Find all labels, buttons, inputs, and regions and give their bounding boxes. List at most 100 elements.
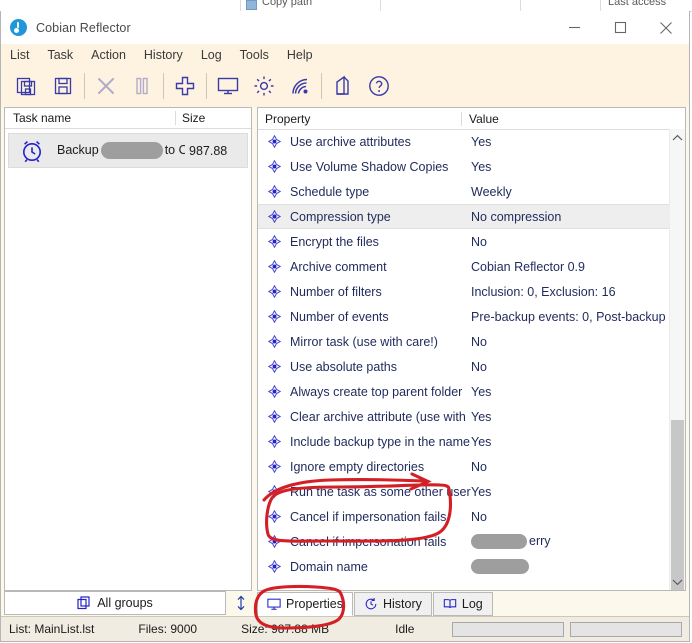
menu-tools[interactable]: Tools	[240, 48, 278, 62]
toolbar-separator	[84, 73, 85, 99]
column-header-size[interactable]: Size	[175, 111, 237, 125]
column-header-task-name[interactable]: Task name	[5, 111, 175, 125]
property-row[interactable]: Compression type No compression	[258, 204, 669, 229]
property-value: erry	[471, 533, 669, 550]
menu-list[interactable]: List	[10, 48, 38, 62]
close-button[interactable]	[643, 11, 689, 44]
property-bullet-icon	[268, 485, 281, 498]
property-bullet-icon	[268, 360, 281, 373]
property-row[interactable]: Cancel if impersonation fails erry	[258, 529, 669, 554]
property-row[interactable]: Encrypt the files No	[258, 229, 669, 254]
property-name: Mirror task (use with care!)	[290, 334, 438, 349]
help-button[interactable]	[361, 68, 397, 104]
column-header-property[interactable]: Property	[258, 112, 461, 126]
property-row[interactable]: Always create top parent folder Yes	[258, 379, 669, 404]
menu-history[interactable]: History	[144, 48, 192, 62]
tab-history[interactable]: History	[353, 592, 432, 616]
all-groups-button[interactable]: All groups	[4, 591, 226, 615]
home-button[interactable]	[325, 68, 361, 104]
panel-tabs: Properties History Log	[257, 591, 494, 616]
new-task-button[interactable]	[9, 68, 45, 104]
main-window: Cobian Reflector List Task Action Histor…	[0, 11, 690, 642]
menu-log[interactable]: Log	[201, 48, 231, 62]
properties-header: Property Value	[258, 108, 685, 130]
options-button[interactable]	[246, 68, 282, 104]
panel-splitter-handle[interactable]	[229, 591, 252, 615]
property-name: Domain name	[290, 559, 368, 574]
property-name: Use Volume Shadow Copies	[290, 159, 449, 174]
background-column-icon	[246, 0, 257, 10]
property-row[interactable]: Use absolute paths No	[258, 354, 669, 379]
task-name-redaction	[100, 142, 163, 159]
property-name: Compression type	[290, 209, 391, 224]
column-header-value[interactable]: Value	[461, 111, 670, 126]
tab-log-label: Log	[461, 597, 483, 611]
property-name: Cancel if impersonation fails	[290, 509, 447, 524]
property-row[interactable]: Use archive attributes Yes	[258, 129, 669, 154]
task-list-row[interactable]: Backup to One 987.88	[8, 133, 248, 168]
property-bullet-icon	[268, 160, 281, 173]
progress-bar-secondary	[570, 621, 683, 637]
minimize-button[interactable]	[551, 11, 597, 44]
property-row[interactable]: Use Volume Shadow Copies Yes	[258, 154, 669, 179]
pause-button[interactable]	[124, 68, 160, 104]
properties-vertical-scrollbar[interactable]	[669, 129, 685, 590]
property-row[interactable]: Number of events Pre-backup events: 0, Po…	[258, 304, 669, 329]
property-value: Yes	[471, 134, 492, 149]
bottom-bar: All groups Properties History Log	[1, 591, 689, 616]
scroll-up-arrow-icon[interactable]	[670, 129, 685, 146]
property-name: Encrypt the files	[290, 234, 379, 249]
maximize-button[interactable]	[597, 11, 643, 44]
property-value: Yes	[471, 434, 492, 449]
resize-vertical-icon	[237, 595, 244, 611]
property-row[interactable]: Clear archive attribute (use with Yes	[258, 404, 669, 429]
toolbar-separator	[321, 73, 322, 99]
tab-properties-label: Properties	[286, 597, 343, 611]
scrollbar-thumb[interactable]	[671, 420, 684, 590]
property-row[interactable]: Number of filters Inclusion: 0, Exclusion…	[258, 279, 669, 304]
property-name: Number of filters	[290, 284, 382, 299]
view-monitor-button[interactable]	[210, 68, 246, 104]
property-name: Cancel if impersonation fails	[290, 534, 447, 549]
property-bullet-icon	[268, 285, 281, 298]
alarm-clock-icon	[23, 140, 41, 162]
menu-task[interactable]: Task	[47, 48, 82, 62]
tab-history-label: History	[382, 597, 422, 611]
property-bullet-icon	[268, 185, 281, 198]
status-bar: List: MainList.lst Files: 9000 Size: 987…	[1, 616, 689, 641]
property-value: No	[471, 359, 487, 374]
status-files: Files: 9000	[138, 622, 198, 636]
properties-panel: Property Value Use archive attributes Yes…	[257, 107, 686, 591]
task-size-value: 987.88	[189, 143, 228, 158]
property-row[interactable]: Run the task as some other user Yes	[258, 479, 669, 504]
window-title: Cobian Reflector	[36, 20, 131, 35]
properties-rows: Use archive attributes Yes Use Volume Shad…	[258, 129, 669, 590]
property-row[interactable]: Ignore empty directories No	[258, 454, 669, 479]
tab-log[interactable]: Log	[432, 592, 493, 616]
property-row[interactable]: Include backup type in the name Yes	[258, 429, 669, 454]
menu-action[interactable]: Action	[91, 48, 135, 62]
property-bullet-icon	[268, 210, 281, 223]
property-row[interactable]: Schedule type Weekly	[258, 179, 669, 204]
property-row[interactable]: Domain name	[258, 554, 669, 579]
stop-button[interactable]	[88, 68, 124, 104]
save-button[interactable]	[45, 68, 81, 104]
add-task-button[interactable]	[167, 68, 203, 104]
menu-bar: List Task Action History Log Tools Help	[1, 44, 689, 65]
menu-help[interactable]: Help	[287, 48, 322, 62]
status-list: List: MainList.lst	[9, 622, 95, 636]
property-name: Use archive attributes	[290, 134, 411, 149]
property-name: Always create top parent folder	[290, 384, 463, 399]
scroll-down-arrow-icon[interactable]	[670, 573, 685, 590]
property-value: Pre-backup events: 0, Post-backup e	[471, 309, 669, 324]
property-name: Run the task as some other user	[290, 484, 471, 499]
property-value-text: erry	[529, 533, 551, 548]
property-row[interactable]: Cancel if impersonation fails No	[258, 504, 669, 529]
property-value: Inclusion: 0, Exclusion: 16	[471, 284, 616, 299]
property-row[interactable]: Mirror task (use with care!) No	[258, 329, 669, 354]
application-window: Copy path Last access Cobian Reflector L…	[0, 0, 692, 643]
property-name: Archive comment	[290, 259, 387, 274]
property-row[interactable]: Archive comment Cobian Reflector 0.9	[258, 254, 669, 279]
remote-button[interactable]	[282, 68, 318, 104]
tab-properties[interactable]: Properties	[257, 592, 353, 616]
